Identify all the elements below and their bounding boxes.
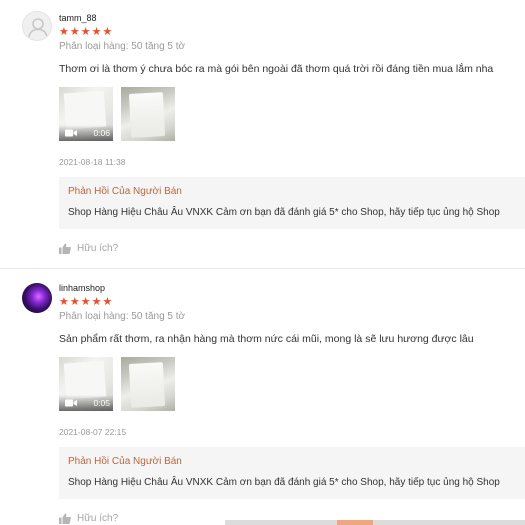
review-item: linhamshop ★★★★★ Phân loại hàng: 50 tăng… <box>0 270 525 525</box>
review-username[interactable]: tamm_88 <box>59 13 97 23</box>
review-comment: Thơm ơi là thơm ý chưa bóc ra mà gói bên… <box>59 63 494 75</box>
photo-content <box>128 362 166 408</box>
review-timestamp: 2021-08-18 11:38 <box>59 157 126 167</box>
user-avatar[interactable] <box>22 283 52 313</box>
video-camera-icon <box>65 129 77 137</box>
review-video-thumbnail[interactable]: 0:06 <box>59 87 113 141</box>
thumbs-up-icon <box>59 243 71 254</box>
video-frame <box>63 360 107 400</box>
helpful-button[interactable]: Hữu ích? <box>59 513 118 524</box>
review-username[interactable]: linhamshop <box>59 283 105 293</box>
seller-reply-title: Phản Hồi Của Người Bán <box>68 186 182 197</box>
review-video-thumbnail[interactable]: 0:05 <box>59 357 113 411</box>
video-camera-icon <box>65 399 77 407</box>
thumbs-up-icon <box>59 513 71 524</box>
default-user-icon <box>28 18 48 38</box>
pagination-active-page[interactable] <box>337 520 373 525</box>
pagination-bar[interactable] <box>225 520 525 525</box>
seller-reply-title: Phản Hồi Của Người Bán <box>68 456 182 467</box>
helpful-label: Hữu ích? <box>77 513 119 524</box>
video-duration: 0:05 <box>93 398 110 408</box>
product-variation: Phân loại hàng: 50 tăng 5 tờ <box>59 311 186 322</box>
video-frame <box>63 90 107 130</box>
review-timestamp: 2021-08-07 22:15 <box>59 427 127 437</box>
user-avatar[interactable] <box>22 11 52 41</box>
review-photo-thumbnail[interactable] <box>121 87 175 141</box>
product-variation: Phân loại hàng: 50 tăng 5 tờ <box>59 41 186 52</box>
video-duration: 0:06 <box>93 128 110 138</box>
photo-content <box>128 92 166 138</box>
seller-reply-text: Shop Hàng Hiệu Châu Âu VNXK Cảm ơn bạn đ… <box>68 207 500 218</box>
rating-stars: ★★★★★ <box>59 296 114 308</box>
seller-reply-box: Phản Hồi Của Người Bán Shop Hàng Hiệu Ch… <box>59 447 525 499</box>
seller-reply-box: Phản Hồi Của Người Bán Shop Hàng Hiệu Ch… <box>59 177 525 229</box>
review-comment: Sản phẩm rất thơm, ra nhận hàng mà thơm … <box>59 333 474 345</box>
helpful-button[interactable]: Hữu ích? <box>59 243 118 254</box>
review-photo-thumbnail[interactable] <box>121 357 175 411</box>
seller-reply-text: Shop Hàng Hiệu Châu Âu VNXK Cảm ơn bạn đ… <box>68 477 500 488</box>
helpful-label: Hữu ích? <box>77 243 119 254</box>
rating-stars: ★★★★★ <box>59 26 114 38</box>
review-item: tamm_88 ★★★★★ Phân loại hàng: 50 tăng 5 … <box>0 0 525 268</box>
review-divider <box>0 268 525 269</box>
